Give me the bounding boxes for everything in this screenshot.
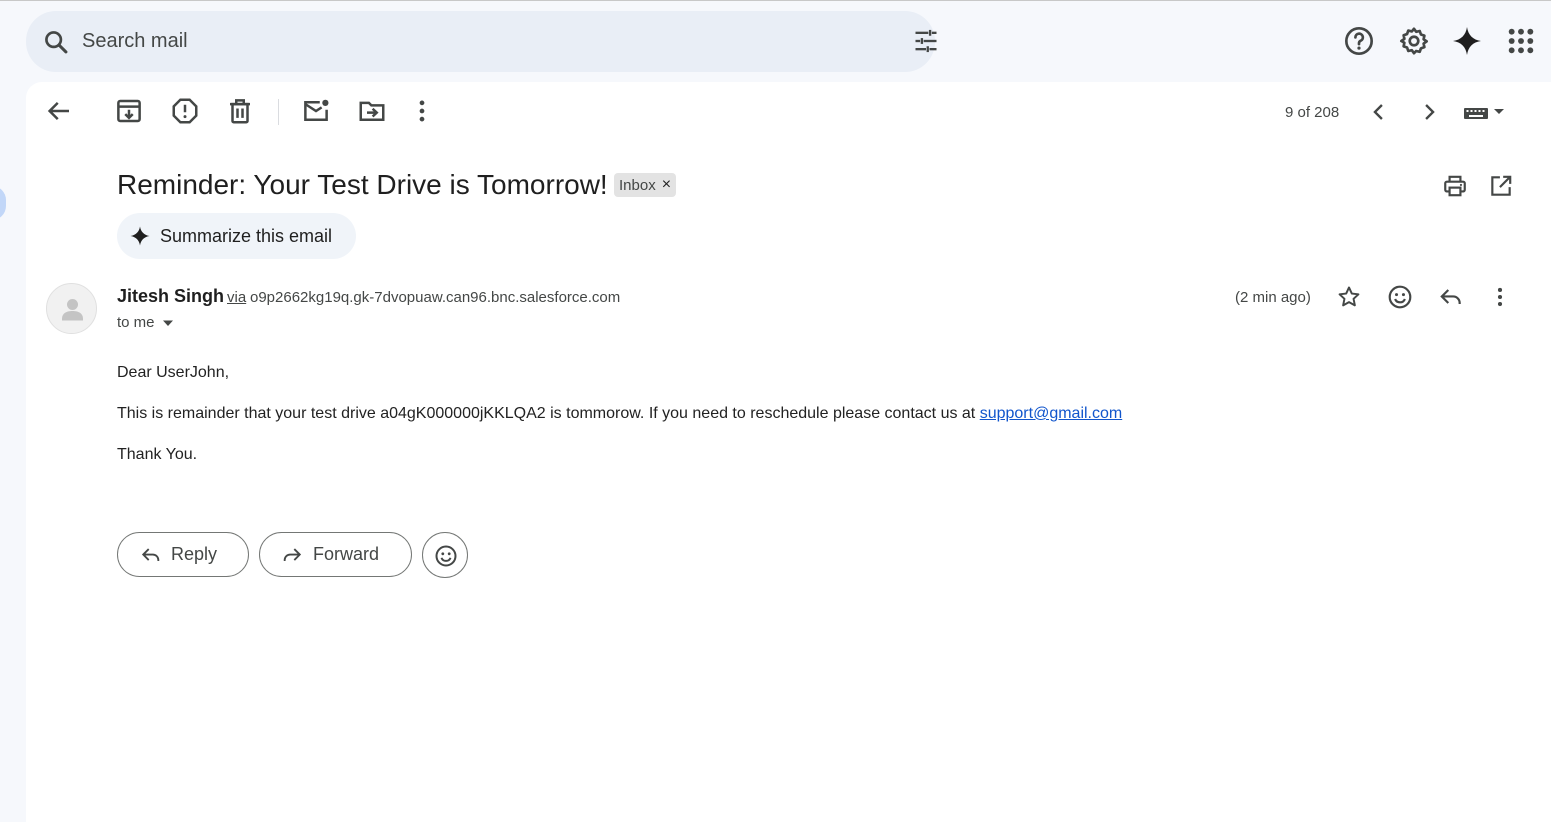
arrow-left-icon bbox=[47, 101, 69, 121]
email-subject: Reminder: Your Test Drive is Tomorrow! bbox=[117, 169, 608, 200]
chevron-left-icon bbox=[1373, 104, 1383, 120]
report-spam-icon bbox=[172, 98, 198, 124]
star-icon[interactable] bbox=[1336, 284, 1362, 310]
print-icon[interactable] bbox=[1442, 173, 1468, 199]
support-email-link[interactable]: support@gmail.com bbox=[980, 405, 1123, 422]
window-top-border bbox=[0, 0, 1551, 1]
tune-icon[interactable] bbox=[912, 27, 940, 55]
newer-button[interactable] bbox=[1365, 98, 1393, 126]
chevron-down-icon[interactable] bbox=[162, 318, 174, 328]
message-time: (2 min ago) bbox=[1235, 289, 1311, 306]
forward-button[interactable]: Forward bbox=[259, 532, 412, 577]
more-vert-icon[interactable] bbox=[1487, 284, 1513, 310]
reply-icon[interactable] bbox=[1438, 284, 1464, 310]
search-input[interactable]: Search mail bbox=[82, 30, 188, 53]
sidebar-edge bbox=[0, 186, 6, 220]
move-to-button[interactable] bbox=[357, 96, 387, 126]
body-signoff: Thank You. bbox=[117, 446, 198, 463]
remove-label-button[interactable]: × bbox=[662, 176, 671, 194]
forward-label: Forward bbox=[313, 544, 380, 564]
reply-icon bbox=[141, 548, 160, 561]
help-icon[interactable] bbox=[1343, 25, 1375, 57]
trash-icon bbox=[230, 99, 250, 124]
more-options-button[interactable] bbox=[407, 96, 437, 126]
sender-address: o9p2662kg19q.gk-7dvopuaw.can96.bnc.sales… bbox=[250, 289, 621, 306]
apps-icon[interactable] bbox=[1505, 25, 1537, 57]
mark-unread-button[interactable] bbox=[301, 96, 331, 126]
archive-icon bbox=[117, 99, 141, 123]
older-button[interactable] bbox=[1415, 98, 1443, 126]
body-greeting: Dear UserJohn, bbox=[117, 364, 230, 381]
sender-name[interactable]: Jitesh Singh bbox=[117, 286, 224, 307]
settings-icon[interactable] bbox=[1398, 25, 1430, 57]
emoji-react-icon[interactable] bbox=[1387, 284, 1413, 310]
summarize-label: Summarize this email bbox=[160, 226, 333, 246]
delete-button[interactable] bbox=[225, 96, 255, 126]
via-link[interactable]: via bbox=[227, 289, 246, 306]
gemini-icon[interactable] bbox=[1451, 25, 1483, 57]
archive-button[interactable] bbox=[114, 96, 144, 126]
mark-unread-icon bbox=[304, 99, 329, 121]
report-spam-button[interactable] bbox=[170, 96, 200, 126]
reply-button[interactable]: Reply bbox=[117, 532, 249, 577]
summarize-email-button[interactable]: Summarize this email bbox=[117, 213, 356, 259]
sparkle-icon bbox=[130, 226, 150, 246]
recipients-label[interactable]: to me bbox=[117, 314, 155, 331]
pagination-count: 9 of 208 bbox=[1285, 104, 1340, 121]
sender-avatar[interactable] bbox=[46, 283, 97, 334]
chevron-right-icon bbox=[1425, 104, 1435, 120]
keyboard-icon bbox=[1464, 108, 1504, 119]
body-text: This is remainder that your test drive a… bbox=[117, 405, 980, 422]
forward-icon bbox=[283, 548, 302, 561]
body-paragraph: This is remainder that your test drive a… bbox=[117, 405, 1122, 423]
emoji-reaction-button[interactable] bbox=[422, 532, 468, 578]
input-tools-button[interactable] bbox=[1462, 100, 1508, 124]
back-button[interactable] bbox=[44, 96, 74, 126]
default-avatar-icon bbox=[62, 299, 83, 321]
emoji-react-icon bbox=[435, 545, 457, 567]
open-in-new-icon[interactable] bbox=[1488, 173, 1514, 199]
toolbar-divider bbox=[278, 99, 279, 125]
more-vert-icon bbox=[419, 100, 425, 122]
label-chip-text: Inbox bbox=[619, 176, 656, 194]
label-chip-inbox[interactable]: Inbox × bbox=[614, 173, 677, 197]
search-icon[interactable] bbox=[42, 28, 70, 56]
move-to-icon bbox=[359, 101, 385, 121]
search-bar[interactable]: Search mail bbox=[26, 11, 937, 72]
reply-label: Reply bbox=[171, 544, 218, 564]
